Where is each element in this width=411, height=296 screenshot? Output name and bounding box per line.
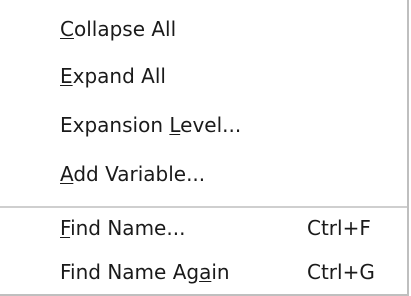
menu-item-expansion-level[interactable]: Expansion Level... bbox=[0, 103, 407, 147]
menu-item-label: Find Name Again bbox=[60, 260, 230, 284]
menu-item-label: Expansion Level... bbox=[60, 113, 242, 137]
menu-item-find-name[interactable]: Find Name... Ctrl+F bbox=[0, 206, 407, 250]
mnemonic-underline: F bbox=[60, 216, 71, 240]
menu-item-label: Find Name... bbox=[60, 216, 186, 240]
menu-item-label: Expand All bbox=[60, 64, 166, 88]
menu-item-shortcut: Ctrl+F bbox=[307, 216, 371, 240]
menu-item-collapse-all[interactable]: Collapse All bbox=[0, 7, 407, 51]
context-menu: Collapse All Expand All Expansion Level.… bbox=[0, 0, 409, 296]
mnemonic-underline: L bbox=[169, 113, 181, 137]
menu-item-shortcut: Ctrl+G bbox=[307, 260, 375, 284]
mnemonic-underline: a bbox=[199, 260, 212, 284]
menu-item-expand-all[interactable]: Expand All bbox=[0, 54, 407, 98]
mnemonic-underline: A bbox=[60, 162, 74, 186]
menu-item-add-variable[interactable]: Add Variable... bbox=[0, 152, 407, 196]
menu-item-label: Add Variable... bbox=[60, 162, 206, 186]
menu-item-label: Collapse All bbox=[60, 17, 177, 41]
mnemonic-underline: C bbox=[60, 17, 74, 41]
menu-item-find-name-again[interactable]: Find Name Again Ctrl+G bbox=[0, 250, 407, 294]
mnemonic-underline: E bbox=[60, 64, 73, 88]
